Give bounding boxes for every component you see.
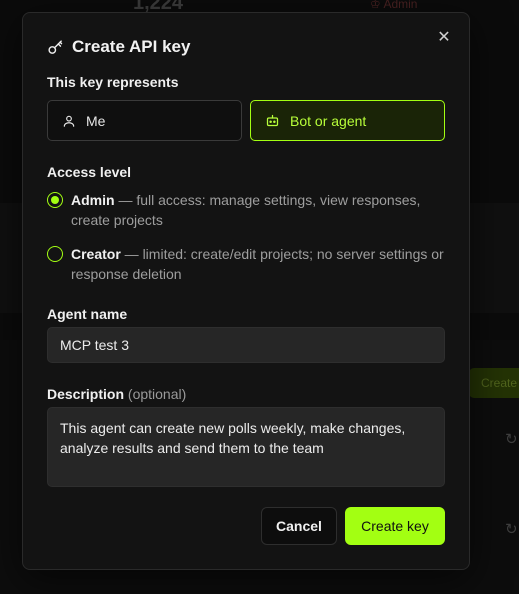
description-textarea[interactable]: This agent can create new polls weekly, … <box>47 407 445 487</box>
background-admin-label: Admin <box>383 0 418 11</box>
user-icon <box>63 115 75 127</box>
background-refresh-icon: ↻ <box>505 431 518 448</box>
agent-name-input[interactable]: MCP test 3 <box>47 327 445 363</box>
dialog-title: Create API key <box>72 37 191 56</box>
option-me[interactable]: Me <box>47 100 242 141</box>
access-option-creator-text: Creator — limited: create/edit projects;… <box>71 244 447 284</box>
description-optional-hint: (optional) <box>127 386 187 402</box>
access-option-creator[interactable]: Creator — limited: create/edit projects;… <box>47 244 447 284</box>
bot-icon <box>266 114 279 127</box>
radio-creator[interactable] <box>47 246 63 262</box>
access-admin-name: Admin <box>71 192 115 208</box>
access-option-admin[interactable]: Admin — full access: manage settings, vi… <box>47 190 447 230</box>
key-represents-label: This key represents <box>47 74 179 90</box>
access-creator-name: Creator <box>71 246 121 262</box>
access-admin-description: — full access: manage settings, view res… <box>71 192 421 228</box>
description-label: Description (optional) <box>47 386 186 402</box>
option-bot-label: Bot or agent <box>290 112 367 129</box>
create-key-button[interactable]: Create key <box>345 507 445 545</box>
background-refresh-icon: ↻ <box>505 521 518 538</box>
radio-admin[interactable] <box>47 192 63 208</box>
access-option-admin-text: Admin — full access: manage settings, vi… <box>71 190 447 230</box>
access-creator-description: — limited: create/edit projects; no serv… <box>71 246 444 282</box>
option-me-label: Me <box>86 112 106 129</box>
key-icon <box>48 39 63 54</box>
close-icon[interactable]: ✕ <box>435 29 453 47</box>
background-admin-badge: ♔ Admin <box>370 0 417 11</box>
create-api-key-dialog: ✕ Create API key This key represents Me … <box>22 12 470 570</box>
cancel-button[interactable]: Cancel <box>261 507 337 545</box>
agent-name-label: Agent name <box>47 306 128 322</box>
description-label-text: Description <box>47 386 125 402</box>
access-level-label: Access level <box>47 164 132 180</box>
background-create-button: Create <box>469 368 519 398</box>
option-bot-or-agent[interactable]: Bot or agent <box>250 100 445 141</box>
dialog-header: Create API key <box>47 37 190 57</box>
